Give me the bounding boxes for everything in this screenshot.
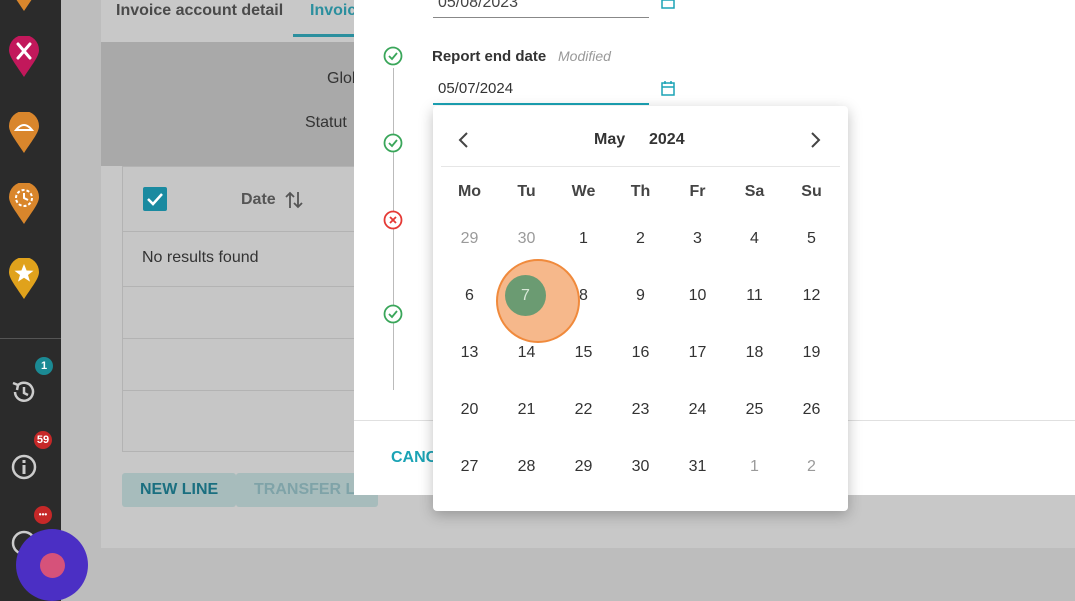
clock-pin-icon[interactable] — [8, 183, 40, 225]
calendar-day[interactable]: 3 — [669, 219, 726, 259]
date-picker-popup: May 2024 MoTuWeThFrSaSu29301234567891011… — [433, 106, 848, 511]
record-button[interactable] — [16, 529, 88, 601]
weekday-header: Fr — [689, 183, 706, 200]
calendar-day[interactable]: 15 — [555, 333, 612, 373]
previous-date-underline — [433, 17, 649, 18]
history-count-badge: 1 — [35, 357, 53, 375]
date-column-header[interactable]: Date — [241, 191, 276, 209]
filter-label-statut: Statut — [305, 114, 347, 131]
active-tab-indicator — [293, 34, 363, 37]
modified-status: Modified — [558, 48, 611, 64]
input-underline-active — [433, 103, 649, 105]
calendar-day[interactable]: 13 — [441, 333, 498, 373]
calendar-year[interactable]: 2024 — [649, 131, 685, 149]
calendar-day-outside[interactable]: 1 — [726, 447, 783, 487]
empty-results-text: No results found — [142, 249, 259, 266]
previous-date-value[interactable]: 05/08/2023 — [438, 0, 518, 12]
calendar-day-outside[interactable]: 30 — [498, 219, 555, 259]
chevron-left-icon[interactable] — [457, 131, 471, 149]
calendar-month[interactable]: May — [594, 131, 625, 149]
calendar-day[interactable]: 12 — [783, 276, 840, 316]
calendar-day[interactable]: 1 — [555, 219, 612, 259]
calendar-day[interactable]: 23 — [612, 390, 669, 430]
chevron-right-icon[interactable] — [808, 131, 822, 149]
new-line-button[interactable]: NEW LINE — [122, 473, 237, 507]
calendar-day[interactable]: 22 — [555, 390, 612, 430]
calendar-day[interactable]: 31 — [669, 447, 726, 487]
calendar-day-outside[interactable]: 29 — [441, 219, 498, 259]
calendar-day[interactable]: 9 — [612, 276, 669, 316]
weekday-header: We — [571, 183, 596, 200]
star-pin-icon[interactable] — [8, 258, 40, 300]
calendar-day[interactable]: 16 — [612, 333, 669, 373]
calendar-day[interactable]: 30 — [612, 447, 669, 487]
calendar-day[interactable]: 24 — [669, 390, 726, 430]
select-all-checkbox[interactable] — [143, 187, 167, 211]
weekday-header: Su — [801, 183, 822, 200]
step-success-icon — [383, 304, 403, 324]
info-icon[interactable] — [9, 452, 39, 482]
calendar-day[interactable]: 26 — [783, 390, 840, 430]
calendar-icon[interactable] — [661, 80, 675, 96]
calendar-icon[interactable] — [661, 0, 675, 9]
sort-icon[interactable] — [285, 190, 303, 210]
tab-invoice-active[interactable]: Invoic — [310, 2, 356, 20]
calendar-day[interactable]: 11 — [726, 276, 783, 316]
calendar-day[interactable]: 18 — [726, 333, 783, 373]
calendar-day-outside[interactable]: 2 — [783, 447, 840, 487]
weekday-header: Tu — [517, 183, 536, 200]
weekday-header: Th — [630, 183, 651, 200]
food-pin-icon[interactable] — [8, 112, 40, 154]
report-end-date-label: Report end date — [432, 48, 547, 65]
calendar-day[interactable]: 19 — [783, 333, 840, 373]
cancel-button[interactable]: CANC — [391, 449, 437, 467]
calendar-day[interactable]: 10 — [669, 276, 726, 316]
info-count-badge: 59 — [34, 431, 52, 449]
calendar-day[interactable]: 28 — [498, 447, 555, 487]
report-end-date-input[interactable]: 05/07/2024 — [438, 80, 513, 97]
weekday-header: Sa — [744, 183, 765, 200]
calendar-day[interactable]: 21 — [498, 390, 555, 430]
calendar-day[interactable]: 2 — [612, 219, 669, 259]
calendar-day[interactable]: 5 — [783, 219, 840, 259]
calendar-day[interactable]: 25 — [726, 390, 783, 430]
step-error-icon — [383, 210, 403, 230]
app-sidebar: 1 59 ••• — [0, 0, 61, 601]
step-success-icon — [383, 133, 403, 153]
history-icon[interactable] — [9, 377, 39, 407]
record-dot-icon — [40, 553, 65, 578]
restaurant-pin-icon[interactable] — [8, 36, 40, 78]
calendar-day[interactable]: 6 — [441, 276, 498, 316]
calendar-day[interactable]: 20 — [441, 390, 498, 430]
calendar-day[interactable]: 27 — [441, 447, 498, 487]
weekday-header: Mo — [457, 183, 482, 200]
step-success-icon — [383, 46, 403, 66]
tab-invoice-account-detail[interactable]: Invoice account detail — [116, 2, 283, 20]
calendar-day[interactable]: 17 — [669, 333, 726, 373]
selected-day[interactable]: 7 — [505, 275, 546, 316]
calendar-header-divider — [441, 166, 840, 167]
calendar-day[interactable]: 29 — [555, 447, 612, 487]
more-badge: ••• — [34, 506, 52, 524]
calendar-day[interactable]: 4 — [726, 219, 783, 259]
pin-icon-orange[interactable] — [8, 0, 40, 12]
